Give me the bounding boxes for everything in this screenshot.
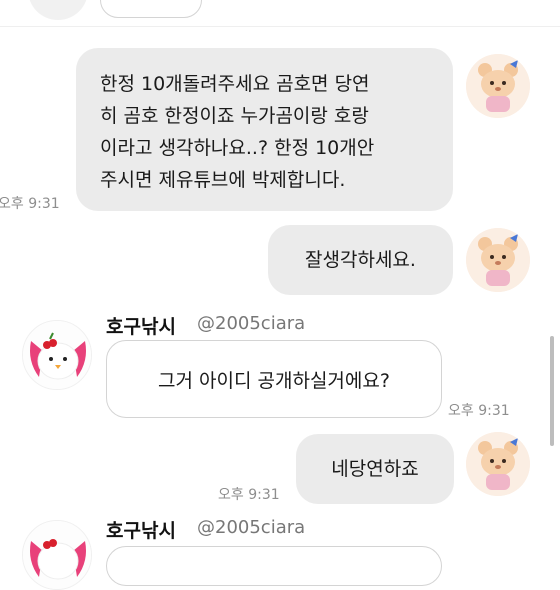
message-line: 주시면 제유튜브에 박제합니다. [100, 169, 346, 191]
incoming-message-bubble[interactable] [106, 546, 442, 586]
white-chick-avatar-icon [23, 321, 91, 389]
previous-message-bubble [100, 0, 202, 18]
message-line: 이라고 생각하나요..? 한정 10개안 [100, 137, 375, 159]
my-avatar[interactable] [466, 54, 530, 118]
message-text: 그거 아이디 공개하실거에요? [158, 369, 390, 392]
message-text: 네당연하죠 [331, 458, 419, 480]
white-chick-avatar-icon [23, 521, 91, 589]
sender-avatar[interactable] [22, 520, 92, 590]
message-timestamp: 오후 9:31 [448, 403, 510, 419]
cartoon-bear-avatar-icon [466, 432, 530, 496]
sender-handle[interactable]: @2005ciara [197, 517, 305, 538]
my-avatar[interactable] [466, 432, 530, 496]
sender-avatar[interactable] [22, 320, 92, 390]
message-timestamp: 오후 9:31 [0, 196, 60, 212]
message-text: 잘생각하세요. [305, 249, 416, 271]
previous-avatar [28, 0, 88, 20]
message-line: 한정 10개돌려주세요 곰호면 당연 [100, 73, 370, 95]
scrollbar-thumb[interactable] [550, 336, 554, 446]
sender-name: 호구낚시 [106, 316, 176, 338]
cartoon-bear-avatar-icon [466, 54, 530, 118]
cartoon-bear-avatar-icon [466, 228, 530, 292]
sender-handle[interactable]: @2005ciara [197, 313, 305, 334]
incoming-message-bubble[interactable]: 그거 아이디 공개하실거에요? [106, 340, 442, 418]
message-line: 히 곰호 한정이죠 누가곰이랑 호랑 [100, 105, 369, 127]
my-avatar[interactable] [466, 228, 530, 292]
top-divider [0, 26, 560, 27]
outgoing-message-bubble[interactable]: 잘생각하세요. [268, 225, 453, 295]
outgoing-message-bubble[interactable]: 네당연하죠 [296, 434, 454, 504]
sender-name: 호구낚시 [106, 520, 176, 542]
outgoing-message-bubble[interactable]: 한정 10개돌려주세요 곰호면 당연 히 곰호 한정이죠 누가곰이랑 호랑 이라… [76, 48, 453, 211]
message-timestamp: 오후 9:31 [218, 487, 280, 503]
